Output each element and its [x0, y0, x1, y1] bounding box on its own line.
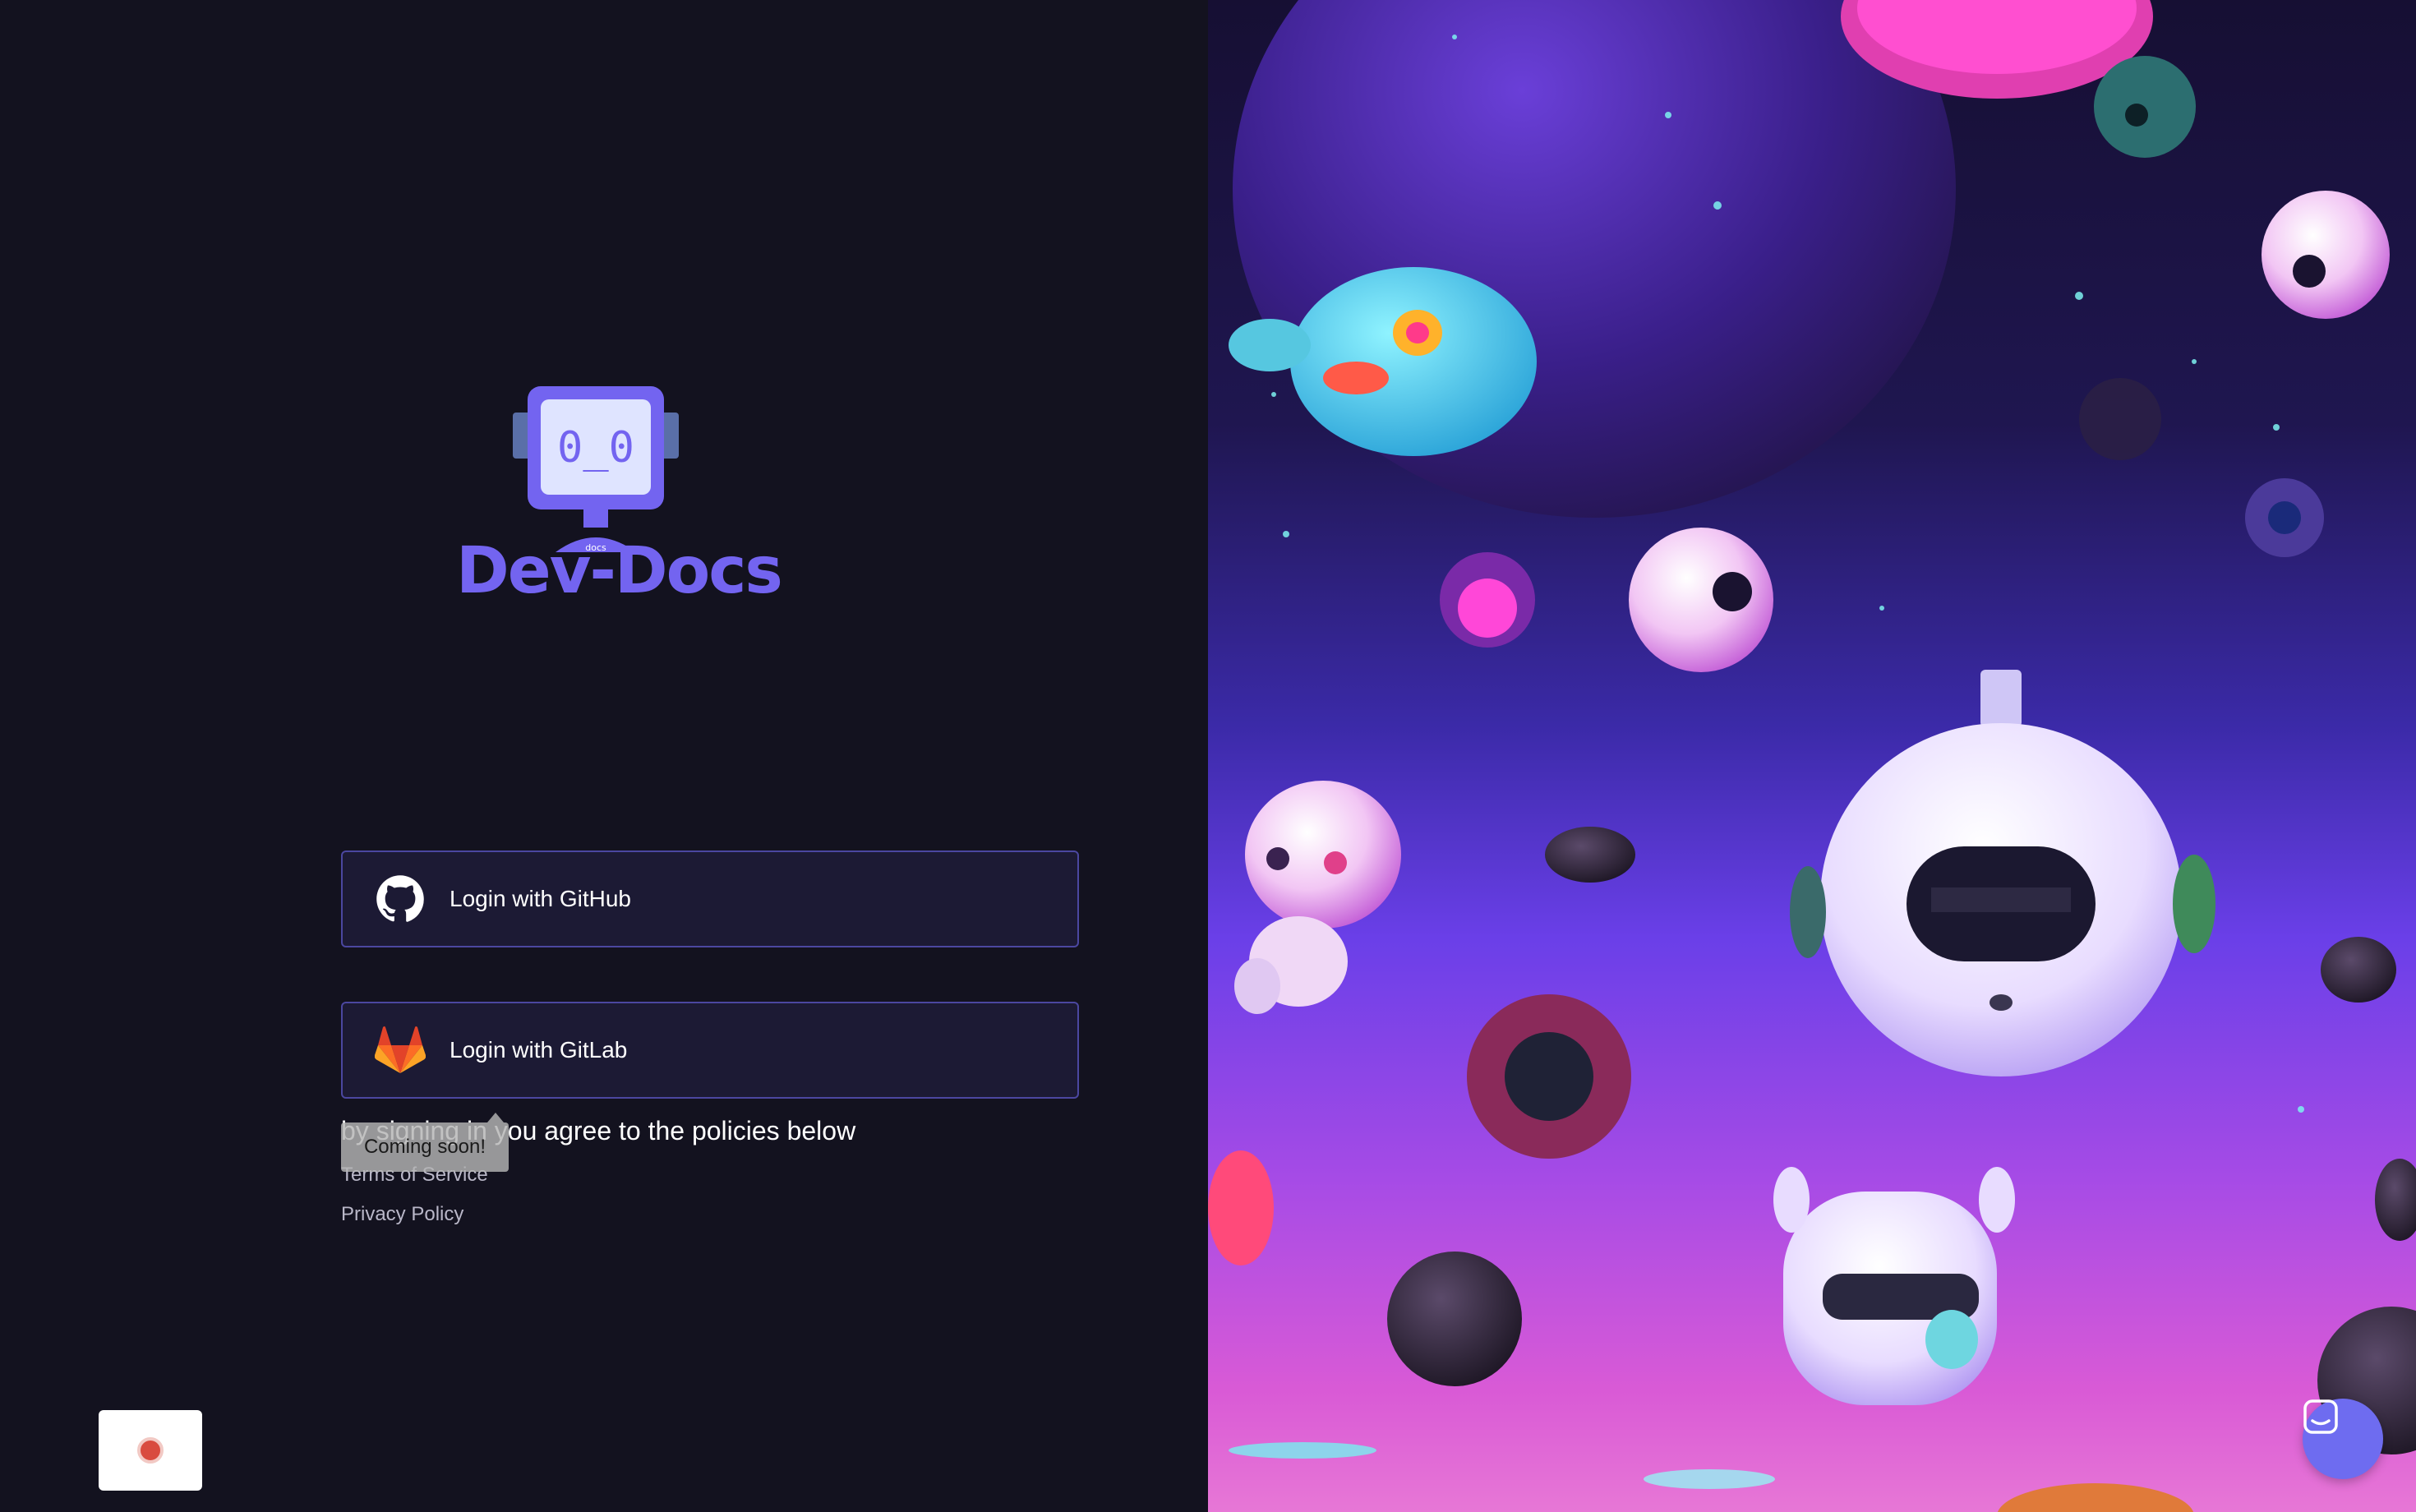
illustration-art — [1208, 0, 2416, 1512]
login-github-button[interactable]: Login with GitHub — [341, 850, 1079, 947]
coming-soon-tooltip: Coming soon! — [341, 1113, 509, 1172]
chat-launcher-button[interactable] — [2303, 1399, 2383, 1479]
login-github-label: Login with GitHub — [450, 886, 632, 911]
privacy-policy-link[interactable]: Privacy Policy — [341, 1203, 463, 1226]
gitlab-icon — [374, 1024, 426, 1076]
record-icon — [137, 1437, 164, 1464]
space-robots-illustration — [1208, 0, 2416, 1512]
login-gitlab-label: Login with GitLab — [450, 1037, 628, 1063]
brand-name: Dev-Docs — [456, 534, 783, 608]
github-icon — [374, 873, 426, 925]
login-gitlab-button[interactable]: Login with GitLab — [341, 1002, 1079, 1099]
login-panel: 0_0 docs Dev-Docs Login with GitHub Logi… — [0, 0, 1208, 1512]
logo-screen-text: 0_0 — [557, 423, 634, 472]
record-button[interactable] — [99, 1410, 202, 1491]
